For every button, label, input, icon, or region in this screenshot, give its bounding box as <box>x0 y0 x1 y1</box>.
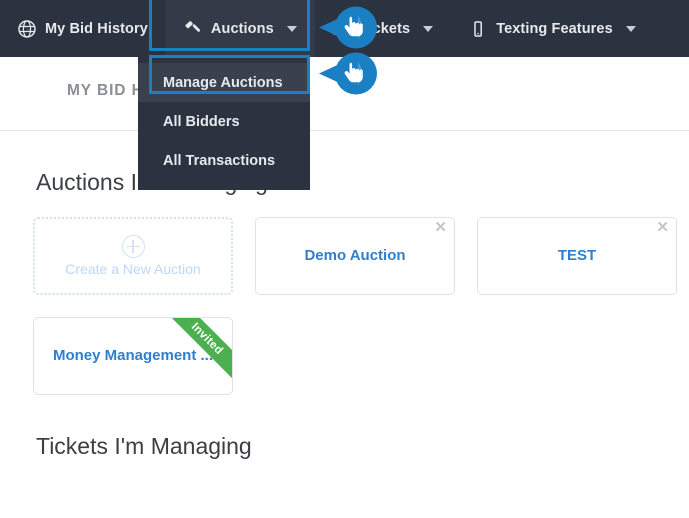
create-new-auction-label: Create a New Auction <box>65 261 201 277</box>
close-icon[interactable]: ✕ <box>434 220 447 235</box>
chevron-down-icon <box>423 25 434 32</box>
dropdown-label-all-bidders: All Bidders <box>163 113 240 130</box>
plus-circle-icon <box>121 235 145 258</box>
nav-item-auctions[interactable]: Auctions <box>165 0 315 57</box>
gavel-icon <box>184 20 202 38</box>
auctions-dropdown-menu: Manage Auctions All Bidders All Transact… <box>138 57 310 190</box>
auction-card-title: Demo Auction <box>304 247 406 265</box>
auctions-card-grid: Create a New Auction ✕ Demo Auction ✕ TE… <box>33 217 689 295</box>
auction-card-title: TEST <box>557 247 597 265</box>
auction-card-demo-auction[interactable]: ✕ Demo Auction <box>255 217 455 295</box>
nav-label-texting-features: Texting Features <box>496 20 613 37</box>
dropdown-item-manage-auctions[interactable]: Manage Auctions <box>138 63 310 102</box>
auctions-card-grid-row2: Money Management ... Invited <box>33 317 689 395</box>
section-title-tickets: Tickets I'm Managing <box>36 433 252 459</box>
create-new-auction-card[interactable]: Create a New Auction <box>33 217 233 295</box>
dropdown-item-all-transactions[interactable]: All Transactions <box>138 141 310 180</box>
nav-label-my-bid-history: My Bid History <box>45 20 148 37</box>
mobile-phone-icon <box>469 20 487 38</box>
auction-card-title: Money Management ... <box>52 347 214 365</box>
click-cursor-manage-auctions <box>318 49 380 104</box>
globe-icon <box>18 19 36 38</box>
dropdown-label-manage-auctions: Manage Auctions <box>163 74 283 91</box>
dropdown-item-all-bidders[interactable]: All Bidders <box>138 102 310 141</box>
section-title-auctions: Auctions I'm Managing <box>36 169 268 195</box>
chevron-down-icon <box>286 25 297 32</box>
main-content: Auctions I'm Managing Create a New Aucti… <box>0 131 689 460</box>
auction-card-test[interactable]: ✕ TEST <box>477 217 677 295</box>
nav-item-my-bid-history[interactable]: My Bid History <box>0 0 166 57</box>
close-icon[interactable]: ✕ <box>656 220 669 235</box>
nav-item-texting-features[interactable]: Texting Features <box>451 0 654 57</box>
chevron-down-icon <box>625 25 636 32</box>
dropdown-label-all-transactions: All Transactions <box>163 152 276 169</box>
auction-card-money-management[interactable]: Money Management ... Invited <box>33 317 233 395</box>
nav-label-auctions: Auctions <box>210 20 274 37</box>
app-page: My Bid History Auctions Tickets Texting … <box>0 0 689 518</box>
